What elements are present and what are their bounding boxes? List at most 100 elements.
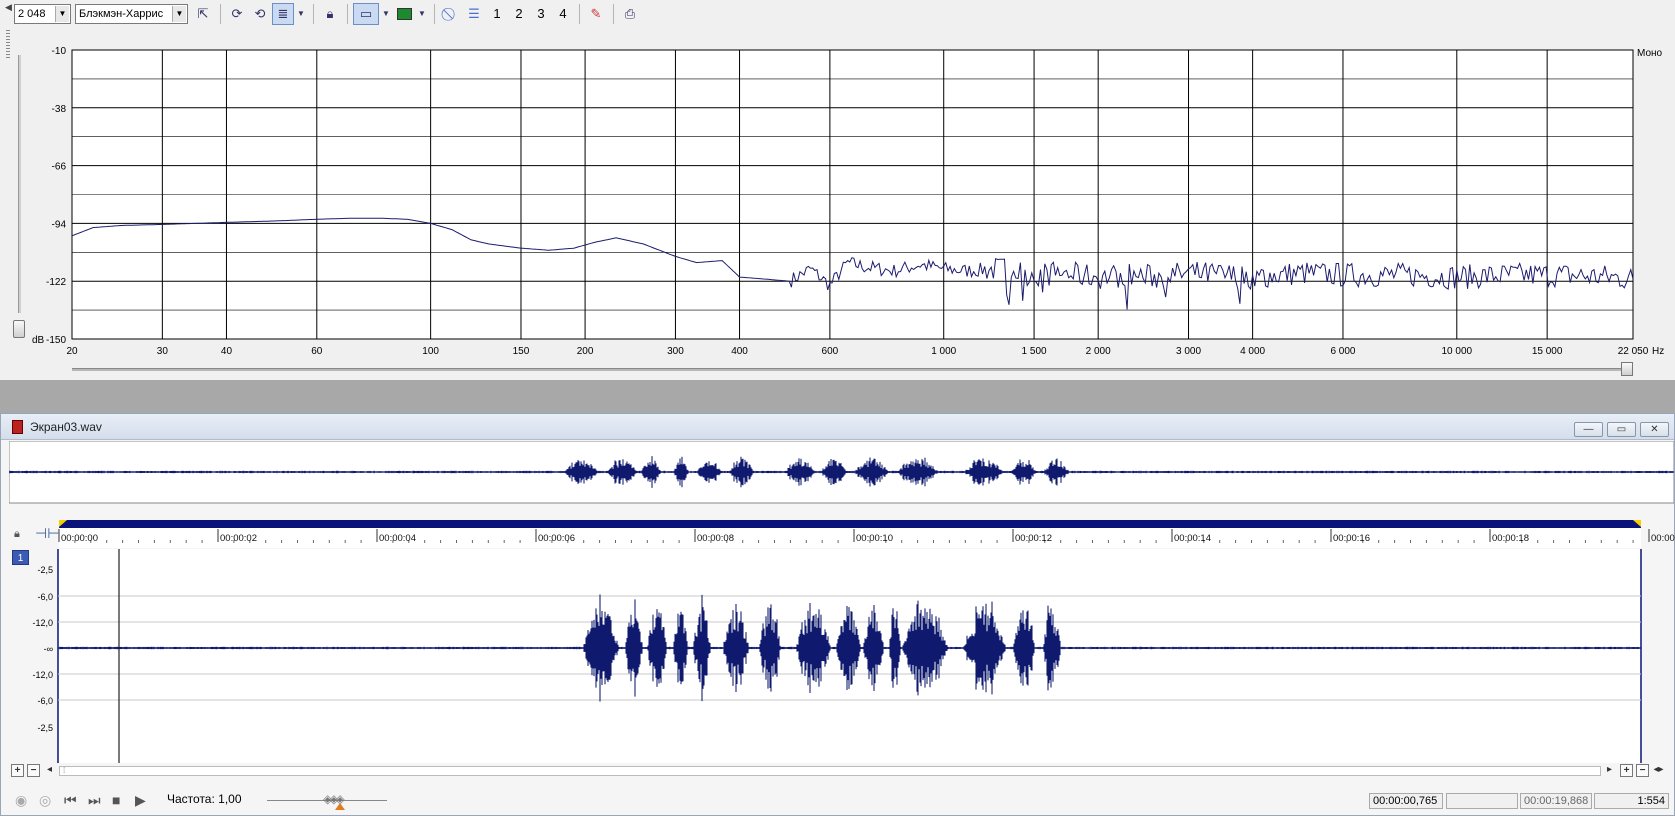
- ruler-time-label: 00:00:00: [61, 533, 98, 544]
- y-tick-label: -66: [52, 162, 67, 173]
- time-ruler[interactable]: 00:00:00 00:00:02 00:00:04 00:00:06 00:00:08…: [1, 520, 1675, 550]
- x-tick-label: 10 000: [1442, 346, 1473, 357]
- refresh-icon[interactable]: ⟳: [226, 3, 248, 25]
- stop-icon[interactable]: ■: [112, 792, 120, 808]
- eraser-icon[interactable]: ✎: [585, 3, 607, 25]
- freq-zoom-slider-thumb[interactable]: [1621, 362, 1633, 376]
- toolbar-separator: [313, 3, 314, 24]
- x-tick-label: 1 000: [931, 346, 956, 357]
- x-tick-label: 3 000: [1176, 346, 1201, 357]
- toolbar-separator: [613, 3, 614, 24]
- panel-divider[interactable]: [0, 380, 1675, 413]
- wave-filename: Экран03.wav: [30, 420, 102, 434]
- record-icon[interactable]: ◉: [15, 792, 27, 809]
- x-tick-label: 300: [667, 346, 684, 357]
- audio-file-icon: [12, 420, 23, 434]
- x-tick-label: 400: [731, 346, 748, 357]
- cursor-time-field[interactable]: 00:00:00,765: [1369, 793, 1443, 809]
- selection-bar: [59, 520, 1641, 528]
- ruler-time-label: 00:00:12: [1015, 533, 1052, 544]
- restore-button[interactable]: ▭: [1607, 422, 1636, 437]
- y-tick-label: -150: [46, 335, 66, 346]
- scroll-right-icon[interactable]: ▸: [1603, 764, 1616, 777]
- x-tick-label: 1 500: [1022, 346, 1047, 357]
- go-end-icon[interactable]: ⏭: [88, 792, 101, 809]
- snapshot-icon[interactable]: ≣: [272, 2, 294, 25]
- ruler-time-label: 00:00:08: [697, 533, 734, 544]
- go-start-icon[interactable]: ⏮: [64, 792, 77, 809]
- fit-width-icon[interactable]: ◂▸: [1652, 764, 1665, 777]
- ruler-time-label: 00:00:: [1651, 533, 1675, 544]
- preset-2-button[interactable]: 2: [508, 6, 530, 21]
- toolbar-separator: [220, 3, 221, 24]
- x-tick-label: 200: [577, 346, 594, 357]
- freq-zoom-slider-track[interactable]: [72, 368, 1632, 371]
- db-scale-label: -2,5: [37, 565, 53, 575]
- chevron-down-icon: ▼: [172, 5, 186, 22]
- view-mode-icon[interactable]: ▭: [353, 2, 379, 25]
- y-tick-label: -10: [52, 46, 67, 57]
- x-tick-label: 22 050: [1618, 346, 1649, 357]
- wave-title-bar[interactable]: Экран03.wav — ▭ ✕: [1, 414, 1674, 440]
- ruler-time-label: 00:00:06: [538, 533, 575, 544]
- preset-4-button[interactable]: 4: [552, 6, 574, 21]
- wave-window: Экран03.wav — ▭ ✕ 🔒︎ ⊣⊢ 00:00:00 00:00:02…: [0, 413, 1675, 816]
- zoom-out-button[interactable]: −: [27, 764, 40, 777]
- list-icon[interactable]: ☰: [463, 3, 485, 25]
- no-icon[interactable]: ⃠: [440, 3, 462, 25]
- scroll-track[interactable]: ⁞: [59, 766, 1601, 776]
- toolbar-separator: [579, 3, 580, 24]
- zoom-in-button-right[interactable]: +: [1620, 764, 1633, 777]
- close-button[interactable]: ✕: [1640, 422, 1669, 437]
- chevron-down-icon[interactable]: ▼: [416, 3, 428, 25]
- main-waveform[interactable]: -2,5 -6,0 -12,0 -∞ -12,0 -6,0 -2,5: [1, 549, 1675, 764]
- db-scale-label: -12,0: [32, 670, 53, 680]
- ruler-time-label: 00:00:16: [1333, 533, 1370, 544]
- refresh-alt-icon[interactable]: ⟲: [249, 3, 271, 25]
- minimize-button[interactable]: —: [1574, 422, 1603, 437]
- channel-label: Моно: [1637, 48, 1663, 59]
- lock-icon[interactable]: 🔒︎: [319, 3, 341, 25]
- play-icon[interactable]: ▶: [135, 792, 146, 809]
- selection-length-field[interactable]: [1446, 793, 1518, 809]
- scroll-thumb[interactable]: ⁞: [63, 767, 71, 775]
- collapse-arrow-icon[interactable]: ◀: [5, 2, 12, 13]
- x-tick-label: 15 000: [1532, 346, 1563, 357]
- zoom-ratio-field[interactable]: 1:554: [1594, 793, 1669, 809]
- ruler-background: [59, 528, 1641, 548]
- y-tick-label: -94: [52, 219, 67, 230]
- spectrum-panel: 2 048 ▼ Блэкмэн-Харрис ▼ ⇱ ⟳ ⟲ ≣ ▼ 🔒︎ ▭ …: [0, 0, 1675, 380]
- chevron-down-icon[interactable]: ▼: [380, 3, 392, 25]
- db-scale-label: -∞: [44, 644, 53, 654]
- toolbar-separator: [434, 3, 435, 24]
- x-tick-label: 60: [311, 346, 323, 357]
- chevron-down-icon: ▼: [55, 5, 69, 22]
- window-function-select[interactable]: Блэкмэн-Харрис ▼: [75, 3, 188, 24]
- ruler-time-label: 00:00:18: [1492, 533, 1529, 544]
- x-tick-label: 40: [221, 346, 233, 357]
- zoom-in-button[interactable]: +: [11, 764, 24, 777]
- preset-3-button[interactable]: 3: [530, 6, 552, 21]
- preset-1-button[interactable]: 1: [486, 6, 508, 21]
- print-icon[interactable]: ⎙: [619, 3, 641, 25]
- loop-icon[interactable]: ◎: [39, 792, 51, 809]
- y-tick-label: -122: [46, 277, 66, 288]
- ruler-time-label: 00:00:10: [856, 533, 893, 544]
- rate-default-marker: [335, 803, 345, 810]
- scroll-left-icon[interactable]: ◂: [43, 764, 56, 777]
- pointer-icon[interactable]: ⇱: [192, 3, 214, 25]
- x-tick-label: 150: [513, 346, 530, 357]
- zoom-out-button-right[interactable]: −: [1636, 764, 1649, 777]
- x-tick-label: 20: [66, 346, 78, 357]
- fft-size-select[interactable]: 2 048 ▼: [14, 3, 71, 24]
- window-function-value: Блэкмэн-Харрис: [79, 7, 164, 20]
- x-tick-label: 600: [822, 346, 839, 357]
- chevron-down-icon[interactable]: ▼: [295, 3, 307, 25]
- overview-waveform[interactable]: [9, 441, 1674, 519]
- color-map-icon[interactable]: [393, 3, 415, 25]
- db-scale-label: -6,0: [37, 696, 53, 706]
- db-scale-label: -12,0: [32, 618, 53, 628]
- x-tick-label: 6 000: [1330, 346, 1355, 357]
- toolbar-separator: [347, 3, 348, 24]
- horizontal-scrollbar[interactable]: + − ◂ ⁞ ▸ + − ◂▸: [9, 764, 1669, 780]
